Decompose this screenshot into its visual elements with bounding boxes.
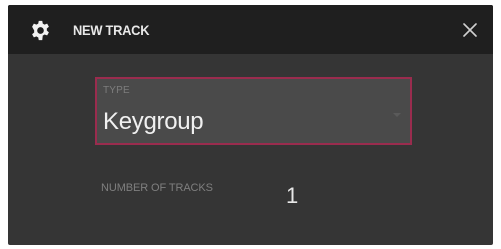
new-track-dialog: NEW TRACK TYPE Keygroup NUMBER OF TRACKS… (8, 5, 493, 245)
number-of-tracks-label: NUMBER OF TRACKS (101, 182, 213, 194)
close-icon[interactable] (463, 23, 477, 37)
number-of-tracks-value[interactable]: 1 (286, 183, 298, 209)
dialog-header: NEW TRACK (8, 5, 493, 54)
dialog-title: NEW TRACK (73, 22, 150, 38)
type-label: TYPE (103, 85, 130, 96)
type-select[interactable]: TYPE Keygroup (95, 77, 412, 145)
type-value: Keygroup (103, 108, 204, 135)
gear-icon (32, 20, 49, 41)
chevron-down-icon (393, 113, 401, 117)
